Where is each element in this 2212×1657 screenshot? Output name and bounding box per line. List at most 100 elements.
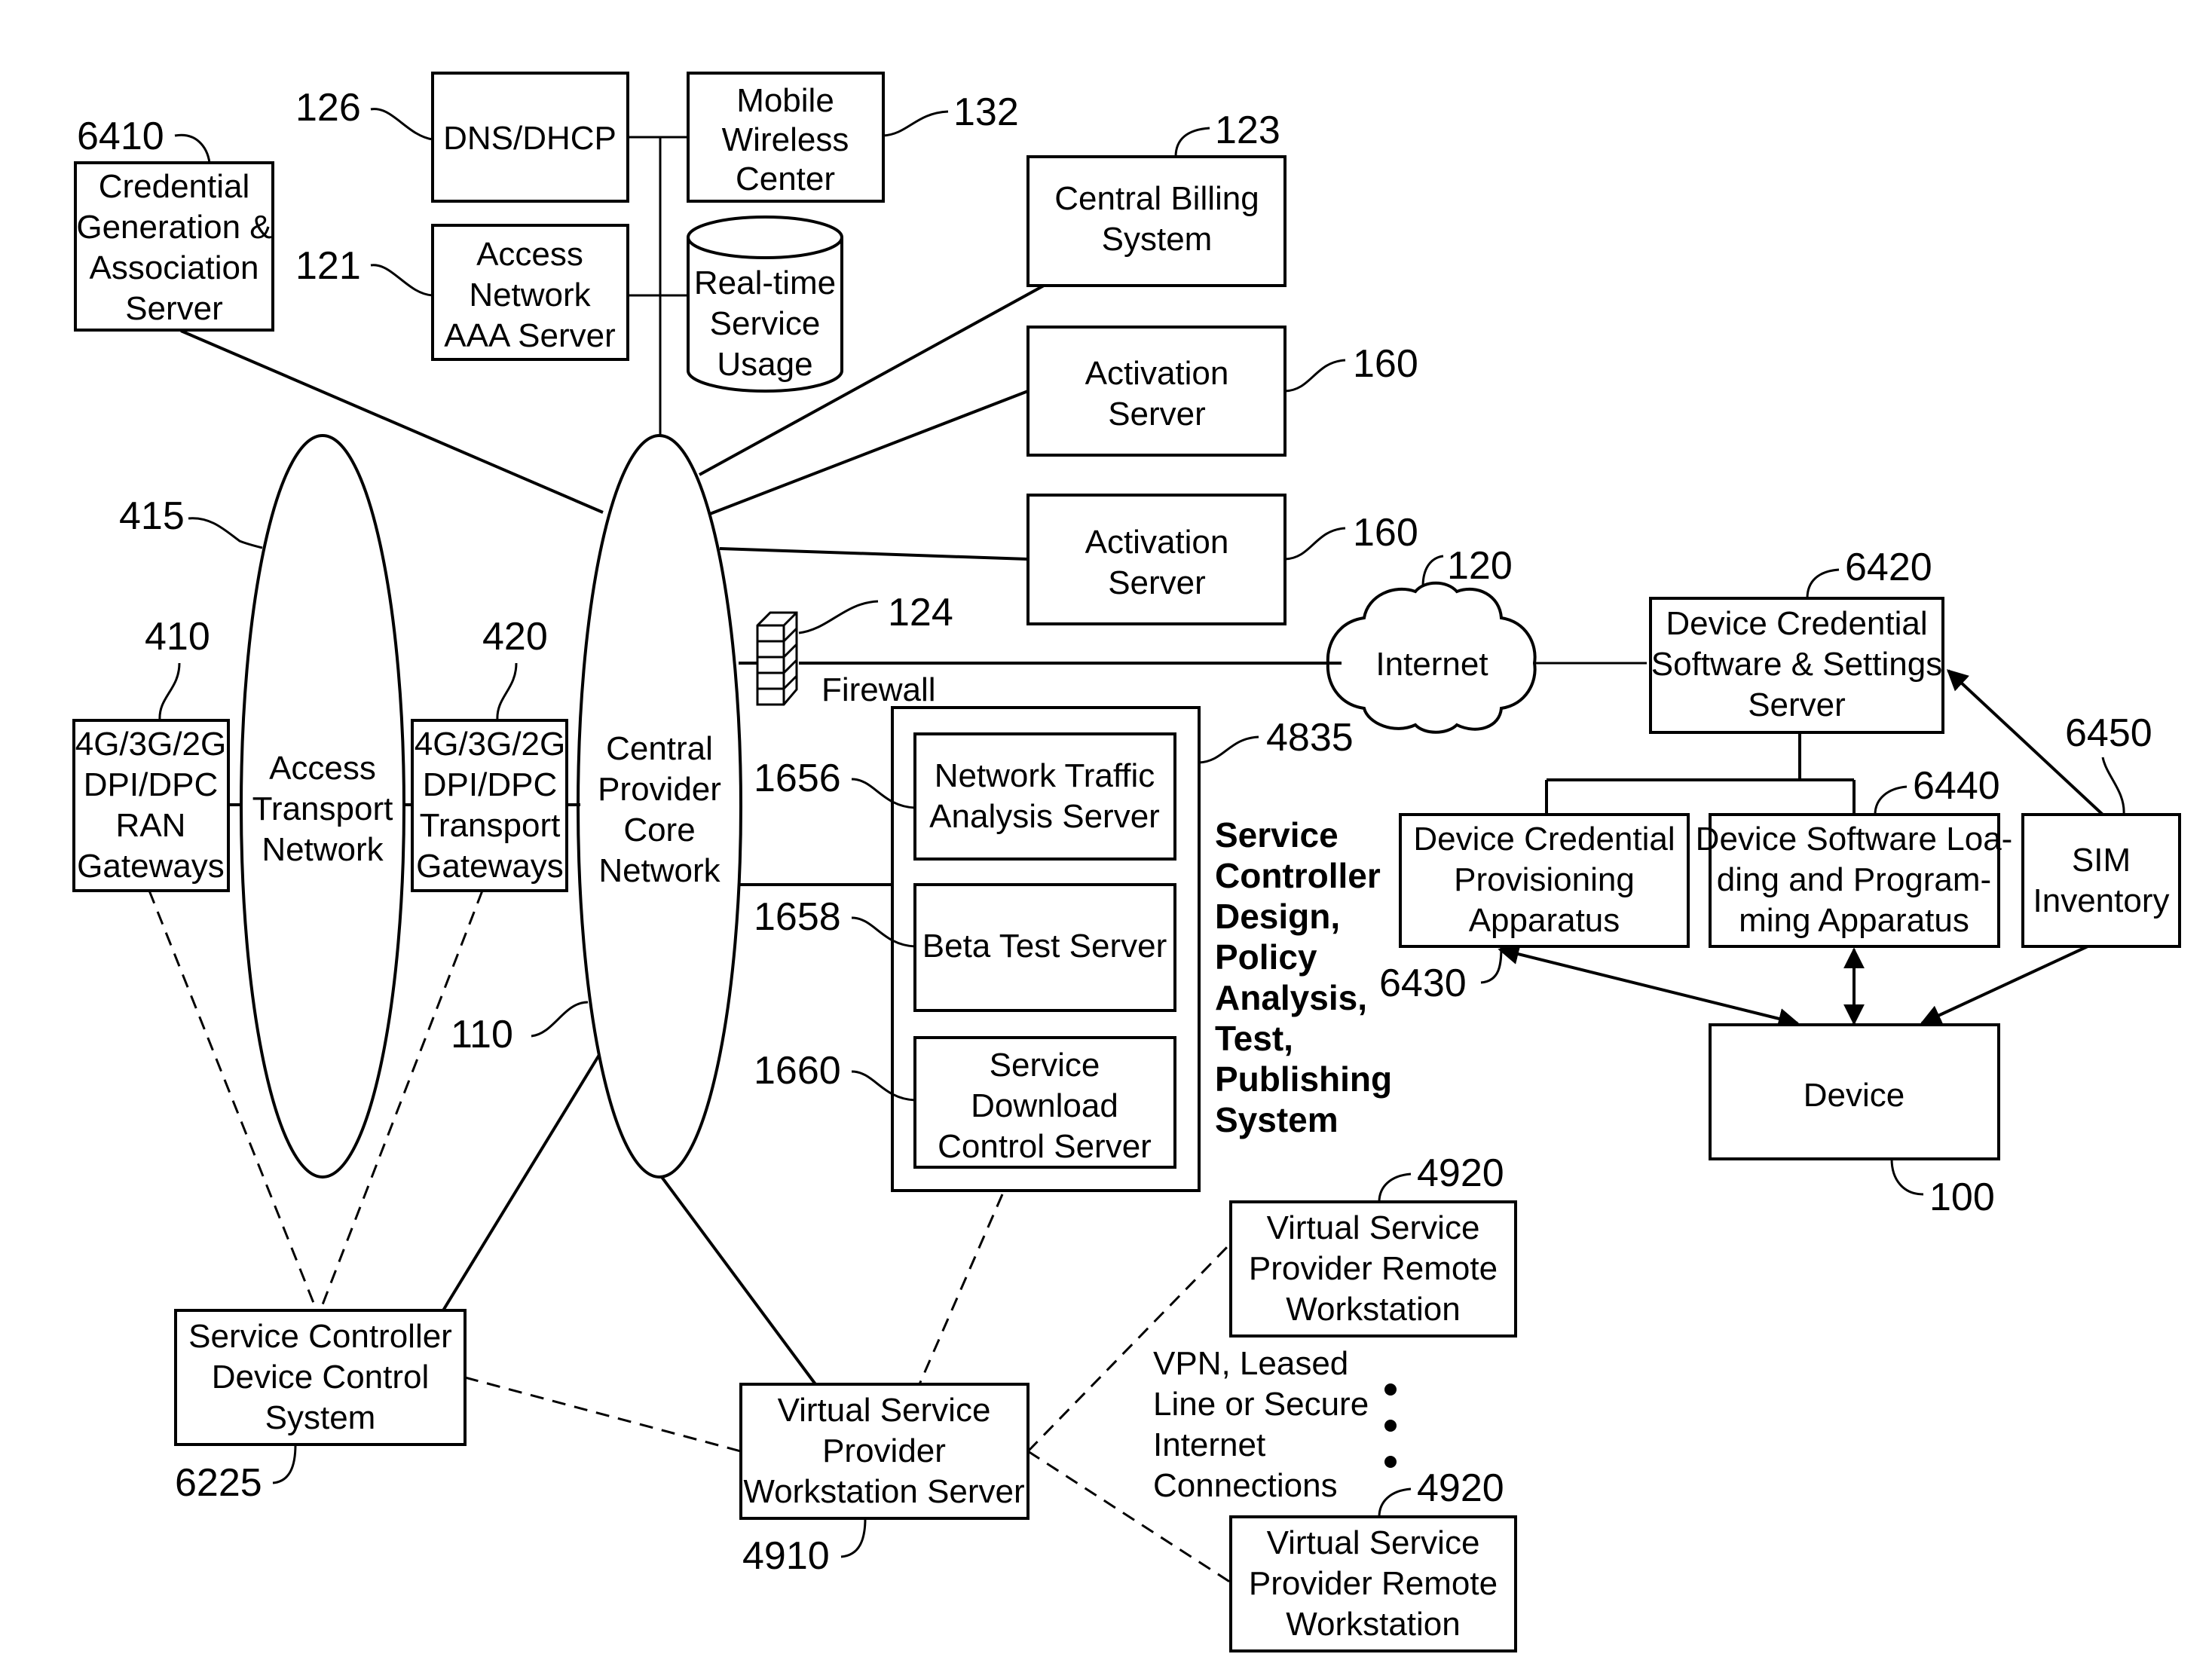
title-line: Test, [1215,1019,1293,1058]
label-line: Virtual Service [778,1392,991,1429]
label-line: Workstation [1286,1606,1461,1643]
label-line: Apparatus [1469,902,1620,939]
activation-server-1: Activation Server 160 [1026,326,1418,457]
label-line: SIM [2072,842,2131,879]
label-line: Download [971,1087,1118,1124]
leader-line [1378,1172,1412,1203]
label-line: Provider Remote [1249,1250,1498,1287]
label-line: Provider [598,771,721,808]
device-credential-provisioning-apparatus: Device Credential Provisioning Apparatus… [1379,813,1690,1005]
dash-ran-to-device-control [148,890,318,1311]
vsp-remote-workstation-1: Virtual Service Provider Remote Workstat… [1229,1151,1517,1338]
ref-number: 6430 [1379,961,1467,1005]
leader-line [883,110,949,137]
ref-number: 126 [295,86,361,130]
ref-number: 6225 [175,1461,262,1505]
label-line: ming Apparatus [1739,902,1969,939]
label-line: Access [476,236,583,273]
ref-number: 6450 [2065,711,2152,755]
firewall-brick-icon [756,611,798,706]
service-download-control-server: Service Download Control Server 1660 [754,1036,1176,1169]
realtime-service-usage-database: Real-time Service Usage [687,216,843,393]
label-line: Service [710,305,821,342]
label-line: Device Control [212,1359,430,1396]
label-line: Activation [1085,524,1229,561]
leader-line [1198,735,1259,764]
arrow-6430-device [1498,943,1800,1029]
leader-line [1284,527,1346,561]
label-line: Control Server [938,1128,1152,1165]
ellipsis-dot [1384,1420,1397,1432]
ref-number: 420 [482,615,548,659]
activation-server-2: Activation Server 160 [1026,494,1418,625]
label-line: Wireless [722,121,849,158]
label-line: Service Controller [188,1318,452,1355]
label-line: System [265,1399,376,1436]
label-line: Server [125,290,223,327]
label-line: Central Billing [1054,180,1259,217]
network-architecture-diagram: Credential Generation & Association Serv… [72,72,2181,1652]
ref-number: 4910 [742,1534,830,1578]
ref-number: 160 [1353,511,1418,555]
ellipsis-dot [1384,1456,1397,1468]
ran-gateways: 4G/3G/2G DPI/DPC RAN Gateways 410 [72,615,230,892]
label-line: Provider Remote [1249,1565,1498,1602]
ellipsis-dot [1384,1383,1397,1396]
leader-line [840,1518,867,1558]
label-line: Beta Test Server [922,928,1167,965]
label-line: Device Credential [1413,821,1675,858]
transport-gateways: 4G/3G/2G DPI/DPC Transport Gateways 420 [411,615,568,892]
title-line: Controller [1215,856,1381,895]
ref-number: 123 [1215,109,1280,152]
label-line: Center [736,161,835,197]
leader-line [2101,757,2125,815]
leader-line [1874,785,1908,815]
vpn-connections-note: VPN, Leased Line or Secure Internet Conn… [1153,1345,1397,1504]
leader-line [188,517,263,549]
label-line: Device Credential [1666,605,1927,642]
label-line: Server [1108,564,1206,601]
leader-line [370,264,433,297]
label-line: Core [623,812,695,848]
label-line: Credential [99,168,250,205]
label-line: DPI/DPC [84,766,218,803]
dns-dhcp-server: DNS/DHCP 126 [295,72,629,203]
leader-line [158,662,181,721]
link-activation1-to-core [709,390,1029,515]
vsp-workstation-server: Virtual Service Provider Workstation Ser… [739,1383,1030,1578]
label-line: Workstation Server [743,1473,1024,1510]
link-core-to-device-control [442,1053,601,1312]
label-line: Network [262,831,384,868]
arrow-sim-to-device [1920,945,2088,1026]
service-controller-device-control-system: Service Controller Device Control System… [174,1309,467,1505]
ref-number: 1658 [754,895,841,939]
beta-test-server: Beta Test Server 1658 [754,883,1176,1012]
leader-line [1378,1487,1412,1518]
label-line: Workstation [1286,1291,1461,1328]
label-line: Gateways [77,848,225,885]
label-line: Gateways [416,848,564,885]
ref-number: 120 [1447,544,1513,588]
label-line: Device [1804,1077,1905,1114]
leader-line [1480,946,1503,984]
title-line: Service [1215,815,1339,854]
internet-cloud: Internet 120 [1326,544,1537,734]
label-line: Access [269,750,376,787]
ref-number: 1656 [754,757,841,800]
label-line: Network [469,277,591,313]
title-line: Policy [1215,937,1317,977]
firewall: Firewall 124 [756,591,953,708]
label-line: RAN [116,807,186,844]
label-line: Software & Settings [1651,646,1942,683]
label-line: Mobile [736,82,834,119]
ref-number: 4920 [1417,1151,1504,1195]
label-line: Transport [420,807,561,844]
label-line: Generation & [76,209,271,246]
ref-number: 6410 [77,115,164,158]
ref-number: 1660 [754,1049,841,1093]
label-line: Real-time [694,264,836,301]
dash-device-control-to-vsp [464,1376,742,1453]
access-network-aaa-server: Access Network AAA Server 121 [295,224,629,361]
dash-transport-gw-to-device-control [319,890,484,1311]
ref-number: 415 [119,494,185,538]
